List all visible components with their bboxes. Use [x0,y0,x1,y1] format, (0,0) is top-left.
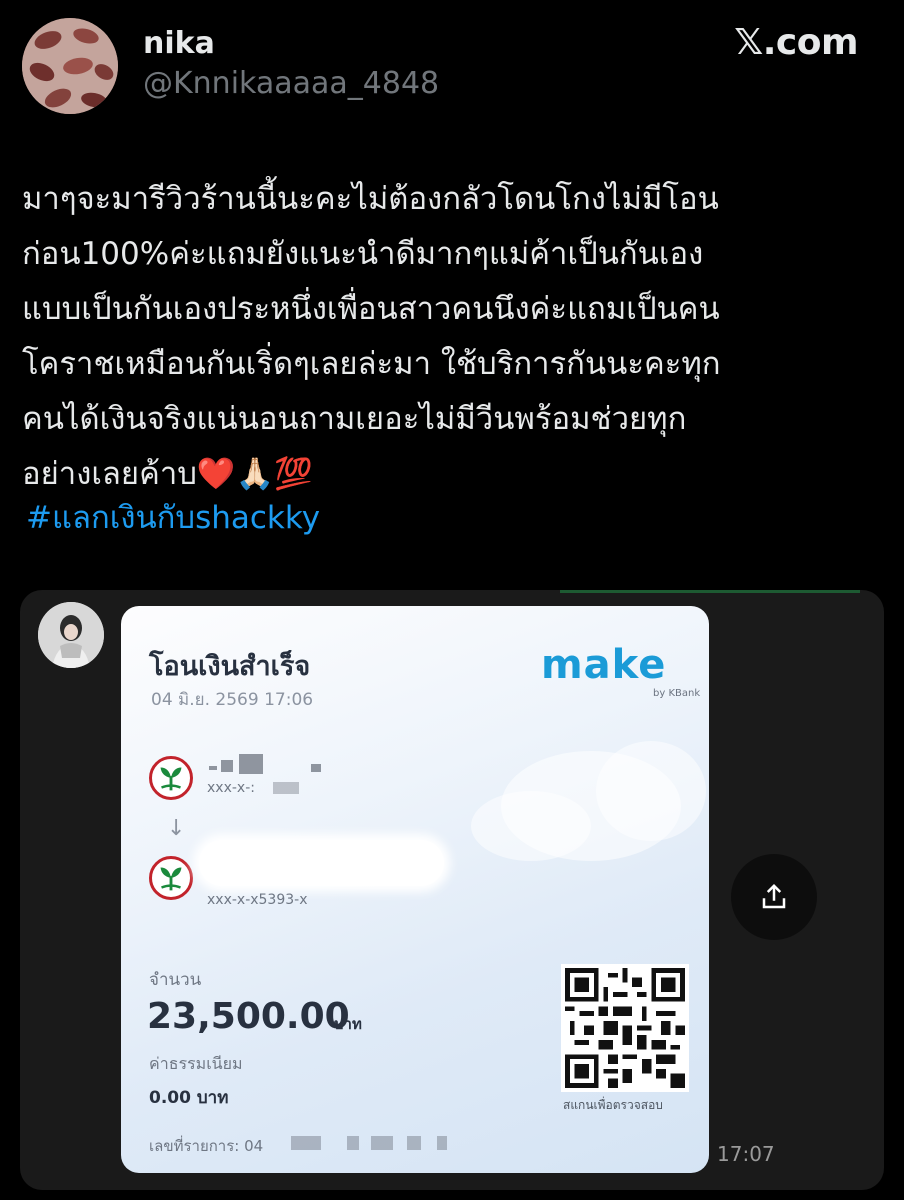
kbank-logo-icon [149,756,193,800]
user-handle[interactable]: @Knnikaaaaa_4848 [143,66,439,101]
fee-label: ค่าธรรมเนียม [149,1054,243,1073]
share-button[interactable] [731,854,817,940]
avatar-image [22,18,118,114]
transfer-slip: โอนเงินสำเร็จ 04 มิ.ย. 2569 17:06 make b… [121,606,709,1173]
masked-reference [407,1136,421,1150]
cloud-decoration [471,741,706,861]
amount-unit: บาท [334,1015,362,1033]
chat-avatar [38,602,104,668]
share-icon [762,883,786,909]
hashtag-link[interactable]: #แลกเงินกับshackky [26,492,320,542]
masked-reference [371,1136,393,1150]
make-logo-sub: by KBank [653,688,701,699]
x-brand-logo: 𝕏.com [734,22,858,63]
qr-code [561,964,689,1092]
masked-reference [347,1136,359,1150]
kbank-logo-icon [149,856,193,900]
masked-account [273,782,299,794]
amount-value: 23,500.00 [147,996,350,1037]
tweet-line: ก่อน100%ค่ะแถมยังแนะนำดีมากๆแม่ค้าเป็นกั… [22,236,704,272]
make-logo: make [541,642,666,688]
masked-reference [291,1136,321,1150]
chat-avatar-image [38,602,104,668]
masked-name [221,760,233,772]
masked-name [209,766,217,770]
divider [560,590,860,593]
slip-title: โอนเงินสำเร็จ [149,651,311,682]
masked-name [311,764,321,772]
amount-label: จำนวน [149,970,202,990]
message-timestamp: 17:07 [717,1142,775,1166]
masked-name [239,754,263,774]
redacted-receiver-name [199,840,444,886]
fee-value: 0.00 บาท [149,1088,229,1108]
make-logo-text: make [541,642,667,688]
masked-reference [437,1136,447,1150]
attached-screenshot[interactable]: โอนเงินสำเร็จ 04 มิ.ย. 2569 17:06 make b… [20,590,884,1190]
qr-label: สแกนเพื่อตรวจสอบ [563,1098,663,1112]
reference-number: เลขที่รายการ: 04 [149,1137,264,1155]
sender-account: xxx-x-: [207,780,255,796]
display-name[interactable]: nika [143,26,215,61]
tweet-line: โคราชเหมือนกันเริ่ดๆเลยล่ะมา ใช้บริการกั… [22,346,721,382]
tweet-line: แบบเป็นกันเองประหนึ่งเพื่อนสาวคนนึงค่ะแถ… [22,291,720,327]
slip-date: 04 มิ.ย. 2569 17:06 [151,690,314,710]
tweet-line: มาๆจะมารีวิวร้านนี้นะคะไม่ต้องกลัวโดนโกง… [22,181,719,217]
profile-avatar[interactable] [22,18,118,114]
tweet-line: คนได้เงินจริงแน่นอนถามเยอะไม่มีวีนพร้อมช… [22,401,687,437]
down-arrow-icon: ↓ [167,816,186,841]
tweet-text: มาๆจะมารีวิวร้านนี้นะคะไม่ต้องกลัวโดนโกง… [22,172,882,502]
receiver-account: xxx-x-x5393-x [207,892,308,908]
